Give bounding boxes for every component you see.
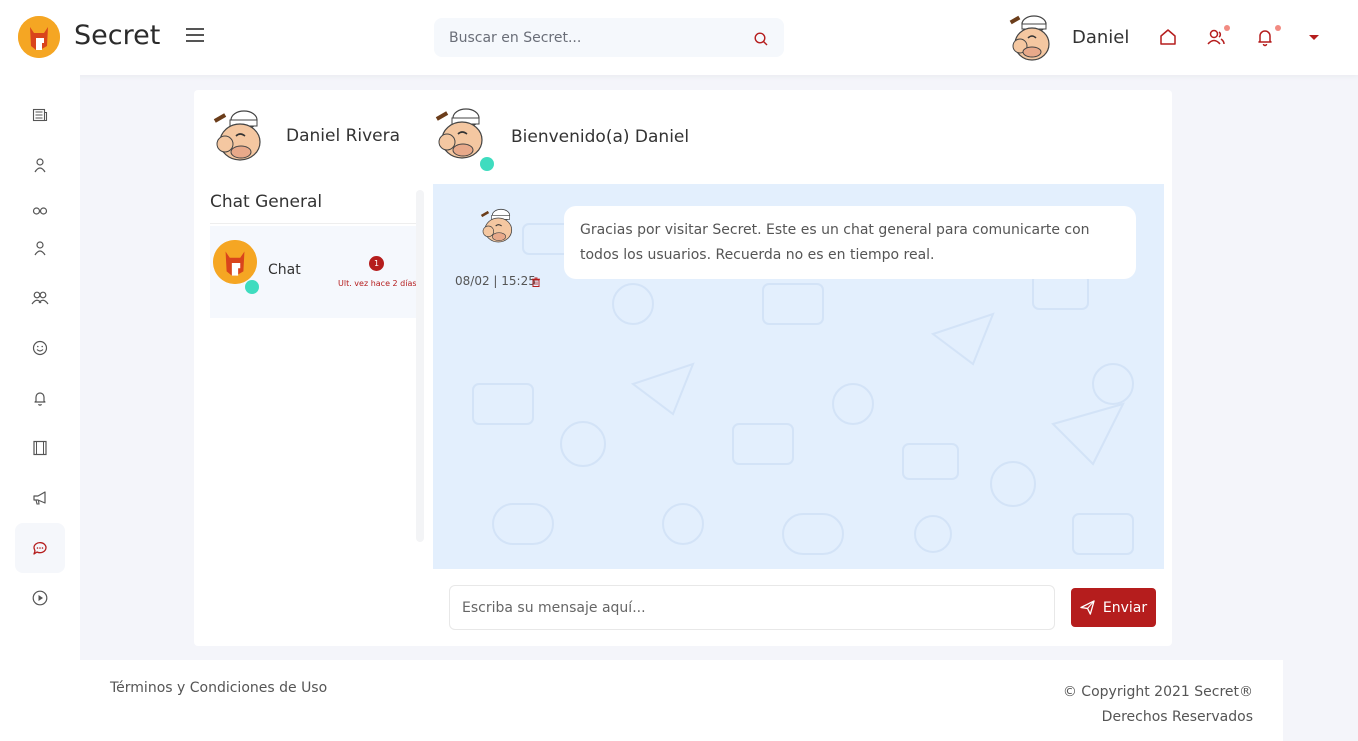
send-button-label: Enviar — [1102, 599, 1148, 616]
search-box — [434, 18, 784, 57]
chat-list: Chat General Chat 1 Ult. vez hace 2 días — [210, 188, 426, 642]
sidebar-item-friend[interactable] — [15, 223, 65, 273]
home-icon[interactable] — [1158, 27, 1178, 47]
smile-icon — [32, 340, 48, 356]
megaphone-icon — [33, 491, 46, 505]
online-status-dot — [245, 280, 259, 294]
send-icon — [1080, 600, 1095, 615]
play-circle-icon — [32, 590, 48, 606]
sidebar-item-videos[interactable] — [15, 423, 65, 473]
welcome-title: Bienvenido(a) Daniel — [511, 127, 690, 147]
copyright: © Copyright 2021 Secret® Derechos Reserv… — [1063, 680, 1253, 730]
chat-list-title: Chat General — [210, 192, 323, 212]
unread-badge: 1 — [369, 256, 384, 271]
message-input[interactable] — [449, 585, 1055, 630]
chat-list-scrollbar[interactable] — [416, 190, 424, 542]
message-avatar — [480, 208, 513, 243]
send-button[interactable]: Enviar — [1071, 588, 1156, 627]
users-icon — [31, 291, 49, 305]
sidebar-item-announcements[interactable] — [15, 473, 65, 523]
fox-logo-icon[interactable] — [18, 16, 60, 58]
user-icon — [34, 241, 46, 256]
message-bubble: Gracias por visitar Secret. Este es un c… — [564, 206, 1136, 279]
search-icon[interactable] — [754, 32, 768, 46]
footer: Términos y Condiciones de Uso © Copyrigh… — [80, 660, 1283, 741]
chat-header-avatar — [435, 108, 483, 159]
user-name[interactable]: Daniel — [1072, 27, 1129, 48]
rights-text: Derechos Reservados — [1101, 709, 1253, 725]
last-seen-label: Ult. vez hace 2 días — [338, 279, 417, 288]
bell-icon[interactable] — [1255, 27, 1275, 47]
bell-icon — [34, 392, 46, 406]
chat-logo-avatar — [213, 240, 257, 284]
users-notification-dot — [1224, 25, 1230, 31]
sidebar-item-reactions[interactable] — [15, 323, 65, 373]
sidebar — [0, 75, 80, 741]
trash-icon[interactable] — [531, 277, 541, 287]
infinity-icon — [32, 207, 48, 215]
sidebar-item-play[interactable] — [15, 573, 65, 623]
film-icon — [33, 440, 47, 456]
divider — [210, 223, 416, 224]
profile-avatar[interactable] — [208, 106, 268, 166]
newspaper-icon — [32, 108, 48, 122]
chat-icon — [33, 542, 47, 555]
online-status-dot — [480, 157, 494, 171]
message-timestamp: 08/02 | 15:25 — [455, 274, 536, 288]
sidebar-item-news[interactable] — [15, 90, 65, 140]
search-input[interactable] — [434, 18, 734, 57]
chat-list-item[interactable]: Chat 1 Ult. vez hace 2 días — [210, 226, 417, 318]
profile-name: Daniel Rivera — [286, 126, 401, 146]
top-bar: Secret Daniel — [0, 0, 1358, 75]
sidebar-item-profile[interactable] — [15, 140, 65, 190]
hamburger-menu-icon[interactable] — [186, 28, 204, 44]
sidebar-item-chat[interactable] — [15, 523, 65, 573]
copyright-text: © Copyright 2021 Secret® — [1062, 684, 1253, 700]
terms-link[interactable]: Términos y Condiciones de Uso — [110, 680, 327, 696]
users-icon[interactable] — [1206, 27, 1226, 47]
conversation-area: Gracias por visitar Secret. Este es un c… — [433, 184, 1164, 569]
user-avatar[interactable] — [1004, 12, 1056, 64]
sidebar-item-groups[interactable] — [15, 273, 65, 323]
chat-card: Daniel Rivera Bienvenido(a) Daniel Chat … — [194, 90, 1172, 646]
brand-name: Secret — [74, 20, 161, 51]
sidebar-item-connections[interactable] — [15, 190, 65, 215]
chat-item-name: Chat — [268, 262, 301, 278]
sidebar-item-notifications[interactable] — [15, 373, 65, 423]
chevron-down-icon[interactable] — [1309, 35, 1319, 40]
bell-notification-dot — [1275, 25, 1281, 31]
user-icon — [34, 158, 46, 173]
